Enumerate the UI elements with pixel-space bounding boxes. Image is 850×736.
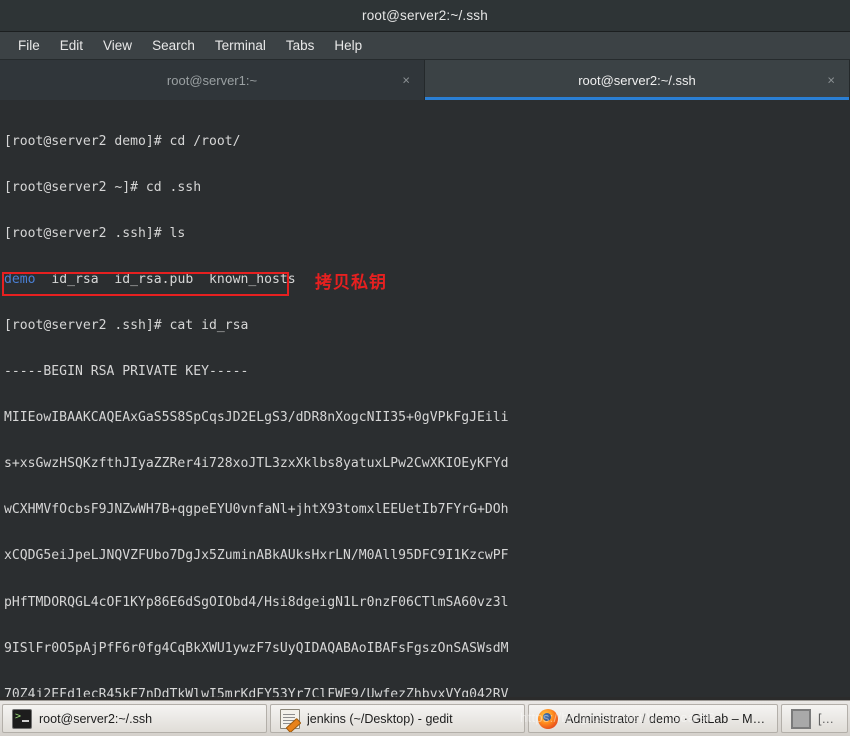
window-titlebar: root@server2:~/.ssh <box>0 0 850 32</box>
menubar: File Edit View Search Terminal Tabs Help <box>0 32 850 60</box>
tab-server1[interactable]: root@server1:~ × <box>0 60 425 100</box>
menu-item-terminal[interactable]: Terminal <box>205 35 276 56</box>
taskbar-item-terminal-label: root@server2:~/.ssh <box>39 711 153 726</box>
tabbar: root@server1:~ × root@server2:~/.ssh × <box>0 60 850 100</box>
taskbar: root@server2:~/.ssh jenkins (~/Desktop) … <box>0 700 850 736</box>
ls-file-names: id_rsa id_rsa.pub known_hosts <box>35 271 296 287</box>
terminal-line: [root@server2 ~]# cd .ssh <box>4 179 202 195</box>
terminal-line-cat-command: [root@server2 .ssh]# cat id_rsa <box>4 318 249 334</box>
firefox-icon <box>538 708 558 729</box>
terminal-line: [root@server2 demo]# cd /root/ <box>4 133 241 149</box>
desktop-root: root@server2:~/.ssh File Edit View Searc… <box>0 0 850 736</box>
taskbar-item-terminal[interactable]: root@server2:~/.ssh <box>2 704 267 733</box>
close-icon[interactable]: × <box>402 74 410 87</box>
tab-server2-label: root@server2:~/.ssh <box>578 72 696 88</box>
menu-item-search[interactable]: Search <box>142 35 205 56</box>
terminal-line: xCQDG5eiJpeLJNQVZFUbo7DgJx5ZuminABkAUksH… <box>4 548 509 564</box>
taskbar-item-gedit[interactable]: jenkins (~/Desktop) - gedit <box>270 704 525 733</box>
gedit-icon <box>280 708 300 729</box>
tab-server2[interactable]: root@server2:~/.ssh × <box>425 60 850 100</box>
terminal-line: -----BEGIN RSA PRIVATE KEY----- <box>4 364 249 380</box>
taskbar-item-gedit-label: jenkins (~/Desktop) - gedit <box>307 711 453 726</box>
taskbar-item-other[interactable]: [root <box>781 704 848 733</box>
ls-dir-name: demo <box>4 271 36 287</box>
terminal-line: 70Z4j2EFd1ecR45kF7nDdTkWlwI5mrKdFY53Yr7C… <box>4 686 509 697</box>
menu-item-tabs[interactable]: Tabs <box>276 35 325 56</box>
menu-item-edit[interactable]: Edit <box>50 35 93 56</box>
terminal-icon <box>12 708 32 729</box>
terminal-line: wCXHMVfOcbsF9JNZwWH7B+qgpeEYU0vnfaNl+jht… <box>4 502 509 518</box>
window-title: root@server2:~/.ssh <box>362 8 488 23</box>
menu-item-help[interactable]: Help <box>324 35 372 56</box>
annotation-label: 拷贝私钥 <box>315 273 387 293</box>
menu-item-view[interactable]: View <box>93 35 142 56</box>
tab-server1-label: root@server1:~ <box>166 72 258 88</box>
menu-item-file[interactable]: File <box>8 35 50 56</box>
terminal-line: [root@server2 .ssh]# ls <box>4 225 186 241</box>
taskbar-item-firefox-label: Administrator / demo · GitLab – Mo... <box>565 711 768 726</box>
terminal-line: 9ISlFr0O5pAjPfF6r0fg4CqBkXWU1ywzF7sUyQID… <box>4 640 509 656</box>
taskbar-item-other-label: [root <box>818 711 838 726</box>
taskbar-item-firefox[interactable]: Administrator / demo · GitLab – Mo... <box>528 704 778 733</box>
terminal-line: MIIEowIBAAKCAQEAxGaS5S8SpCqsJD2ELgS3/dDR… <box>4 410 509 426</box>
terminal-line-ls-output: demo id_rsa id_rsa.pub known_hosts <box>4 272 846 287</box>
terminal-line: pHfTMDORQGL4cOF1KYp86E6dSgOIObd4/Hsi8dge… <box>4 594 509 610</box>
app-icon <box>791 708 811 729</box>
close-icon[interactable]: × <box>827 74 835 87</box>
terminal-line: s+xsGwzHSQKzfthJIyaZZRer4i728xoJTL3zxXkl… <box>4 456 509 472</box>
terminal-output[interactable]: [root@server2 demo]# cd /root/ [root@ser… <box>0 100 850 697</box>
